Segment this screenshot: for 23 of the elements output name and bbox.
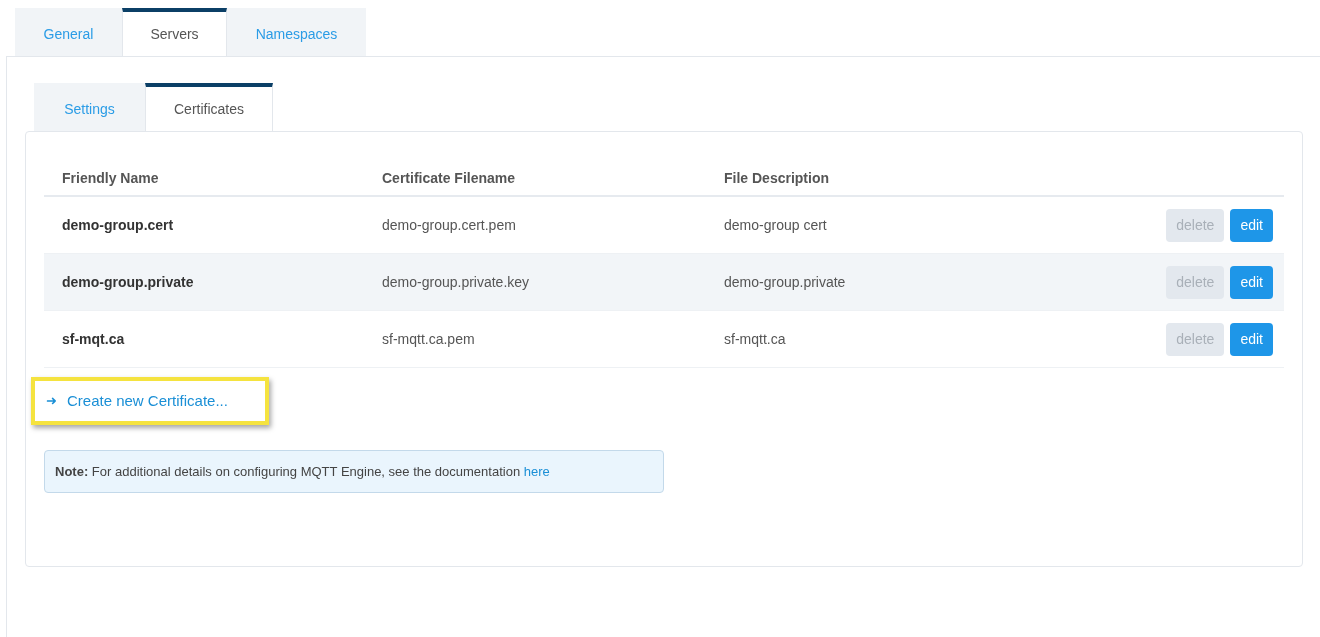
table-cell: demo-group.private [62, 274, 194, 290]
tab[interactable]: Certificates [145, 83, 273, 131]
table-cell: sf-mqtt.ca.pem [382, 331, 475, 347]
documentation-link[interactable]: here [523, 463, 550, 479]
column-header: Friendly Name [62, 169, 160, 188]
table-cell: demo-group.private.key [382, 274, 530, 290]
tab[interactable]: Settings [34, 83, 145, 131]
table-cell: sf-mqtt.ca [724, 331, 786, 347]
table-cell: demo-group.cert.pem [382, 217, 516, 233]
note-text: Note: For additional details on configuring MQTT Engine, see the documentation here [55, 462, 550, 481]
edit-button[interactable]: edit [1230, 322, 1273, 356]
tab[interactable]: General [15, 8, 122, 56]
table-cell: demo-group cert [724, 217, 827, 233]
edit-button[interactable]: edit [1230, 208, 1273, 242]
create-certificate-link[interactable]: ➜ Create new Certificate... [31, 377, 269, 425]
column-header: File Description [724, 169, 831, 188]
table-cell: demo-group.cert [62, 217, 174, 233]
table-cell: demo-group.private [724, 274, 846, 290]
edit-button[interactable]: edit [1230, 265, 1273, 299]
column-header: Certificate Filename [382, 169, 517, 188]
tab[interactable]: Namespaces [227, 8, 366, 56]
table-cell: sf-mqt.ca [62, 331, 125, 347]
tab[interactable]: Servers [122, 8, 227, 56]
